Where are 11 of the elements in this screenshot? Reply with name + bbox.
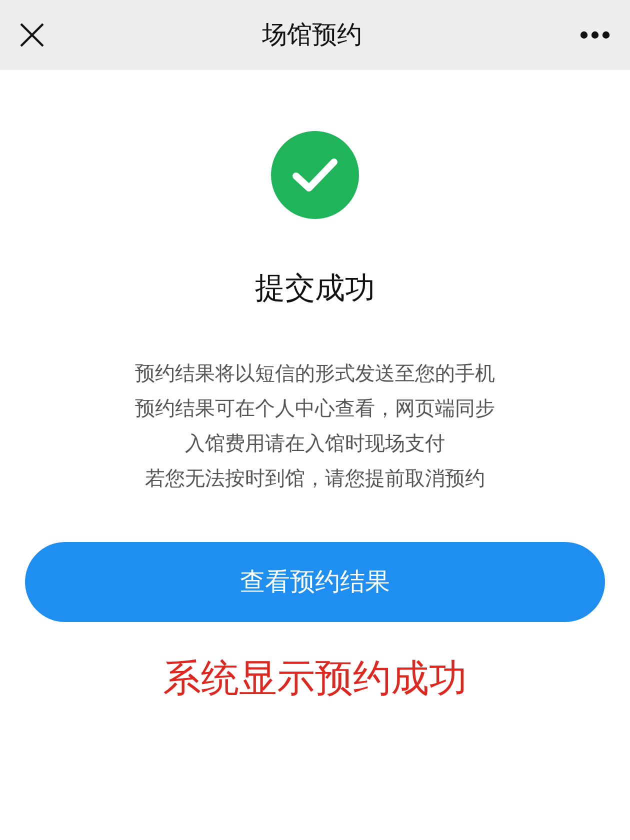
info-line: 入馆费用请在入馆时现场支付 — [185, 430, 445, 457]
success-check-icon — [271, 131, 359, 219]
close-icon[interactable] — [20, 23, 44, 47]
status-title: 提交成功 — [255, 271, 375, 307]
more-icon[interactable] — [580, 31, 610, 39]
view-result-button[interactable]: 查看预约结果 — [25, 542, 605, 622]
info-line: 若您无法按时到馆，请您提前取消预约 — [145, 465, 485, 492]
annotation-text: 系统显示预约成功 — [163, 656, 467, 700]
info-line: 预约结果将以短信的形式发送至您的手机 — [135, 360, 495, 387]
info-line: 预约结果可在个人中心查看，网页端同步 — [135, 395, 495, 422]
page-title: 场馆预约 — [262, 20, 362, 50]
